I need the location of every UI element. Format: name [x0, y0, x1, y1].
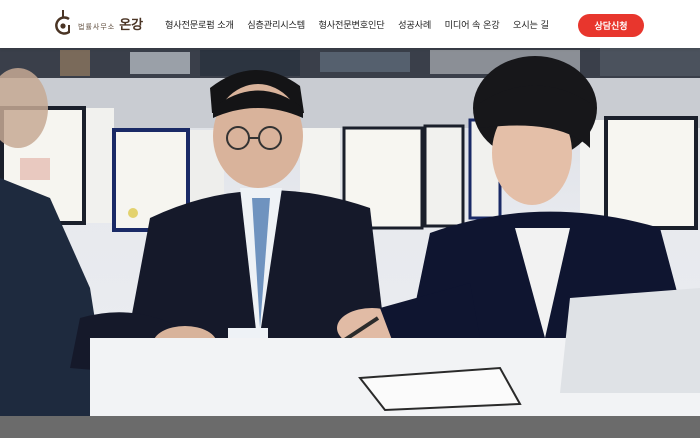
nav-item-cases[interactable]: 성공사례 — [398, 17, 431, 31]
nav-item-management[interactable]: 심층관리시스템 — [247, 17, 305, 31]
nav-item-directions[interactable]: 오시는 길 — [513, 17, 549, 31]
hero-image — [0, 48, 700, 416]
logo-name: 온강 — [119, 17, 144, 33]
main-nav: 형사전문로펌 소개 심층관리시스템 형사전문변호인단 성공사례 미디어 속 온강… — [165, 0, 562, 48]
logo[interactable]: 법률사무소 온강 — [52, 9, 143, 37]
hero-illustration — [0, 48, 700, 416]
nav-item-intro[interactable]: 형사전문로펌 소개 — [165, 17, 234, 31]
logo-icon — [55, 10, 70, 35]
consult-button[interactable]: 상담신청 — [578, 14, 644, 37]
logo-subtitle: 법률사무소 — [78, 22, 116, 31]
page: 법률사무소 온강 형사전문로펌 소개 심층관리시스템 형사전문변호인단 성공사례… — [0, 0, 700, 438]
logo-text: 법률사무소 온강 — [78, 14, 143, 33]
nav-item-lawyers[interactable]: 형사전문변호인단 — [319, 17, 385, 31]
nav-item-media[interactable]: 미디어 속 온강 — [445, 17, 500, 31]
site-header: 법률사무소 온강 형사전문로펌 소개 심층관리시스템 형사전문변호인단 성공사례… — [0, 0, 700, 48]
footer-band — [0, 416, 700, 438]
